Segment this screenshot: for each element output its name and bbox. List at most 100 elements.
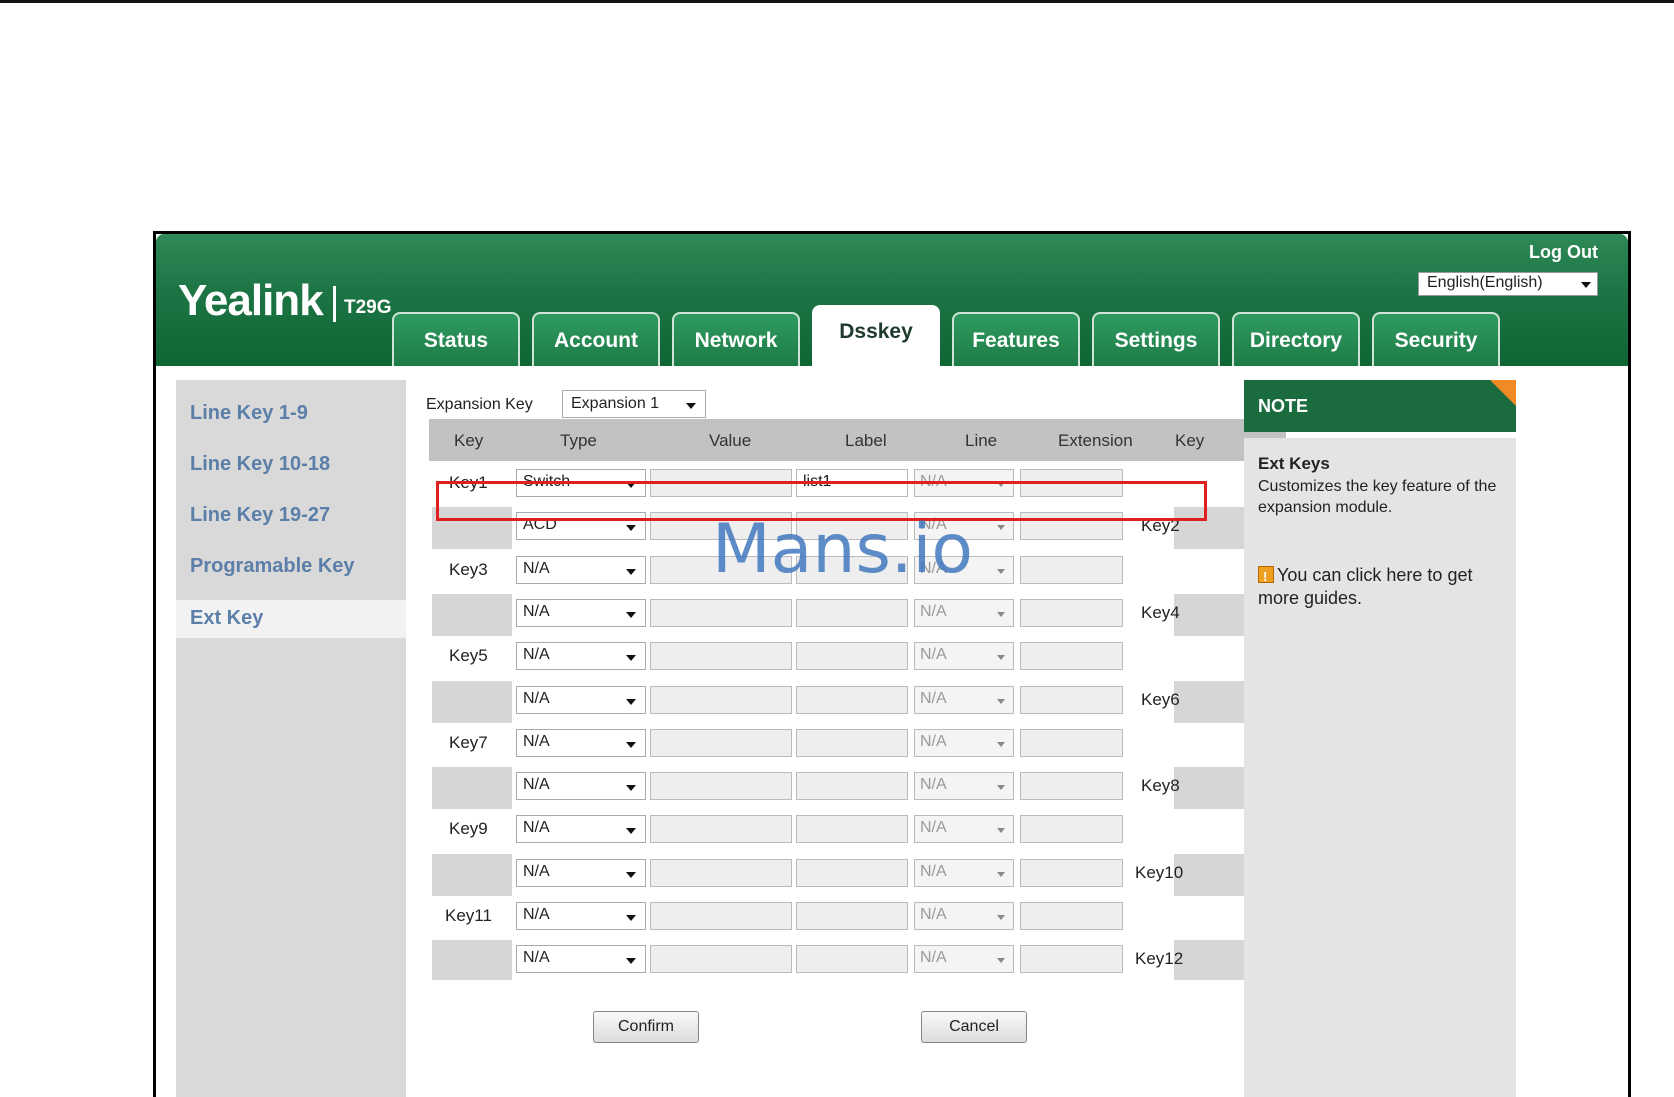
extension-input[interactable]: [1020, 555, 1123, 584]
row-shade-left: [432, 680, 512, 723]
chevron-down-icon: [626, 828, 636, 835]
line-select[interactable]: N/A: [914, 945, 1014, 974]
value-input[interactable]: [650, 902, 792, 930]
label-input[interactable]: [796, 728, 908, 757]
extension-input[interactable]: [1020, 858, 1123, 887]
chevron-down-icon: [997, 871, 1005, 877]
value-input[interactable]: [650, 598, 792, 627]
tab-features[interactable]: Features: [952, 312, 1080, 366]
line-select[interactable]: N/A: [914, 685, 1014, 714]
type-select[interactable]: N/A: [516, 945, 646, 974]
label-input[interactable]: [796, 598, 908, 627]
sidebar-item-line-key-10-18[interactable]: Line Key 10-18: [190, 453, 330, 476]
row-shade-left: [432, 940, 512, 980]
sidebar-item-line-key-1-9[interactable]: Line Key 1-9: [190, 402, 308, 425]
column-header-type: Type: [560, 431, 597, 450]
tab-security[interactable]: Security: [1372, 312, 1500, 366]
type-select[interactable]: N/A: [516, 685, 646, 714]
table-row: Key11 N/A N/A: [429, 895, 1265, 941]
expansion-select[interactable]: Expansion 1: [562, 390, 706, 418]
line-value: N/A: [920, 559, 947, 577]
extension-input[interactable]: [1020, 945, 1123, 974]
expansion-select-value: Expansion 1: [571, 395, 660, 412]
line-select[interactable]: N/A: [914, 642, 1014, 671]
label-input[interactable]: [796, 642, 908, 671]
value-input[interactable]: [650, 815, 792, 844]
line-select[interactable]: N/A: [914, 728, 1014, 757]
value-input[interactable]: [650, 858, 792, 887]
chevron-down-icon: [997, 525, 1005, 531]
key-label-left: Key5: [449, 646, 488, 666]
table-row: N/A N/A Key10: [429, 852, 1265, 898]
sidebar-item-programable-key[interactable]: Programable Key: [190, 555, 355, 578]
type-select[interactable]: N/A: [516, 555, 646, 584]
value-input[interactable]: [650, 945, 792, 974]
line-select[interactable]: N/A: [914, 555, 1014, 584]
type-select[interactable]: N/A: [516, 728, 646, 757]
type-select[interactable]: N/A: [516, 772, 646, 801]
label-input[interactable]: [796, 945, 908, 974]
label-input[interactable]: [796, 772, 908, 801]
value-input[interactable]: [650, 685, 792, 714]
type-select[interactable]: N/A: [516, 598, 646, 627]
value-input[interactable]: [650, 728, 792, 757]
cancel-button[interactable]: Cancel: [921, 1011, 1027, 1043]
tab-directory[interactable]: Directory: [1232, 312, 1360, 366]
type-select[interactable]: N/A: [516, 902, 646, 930]
sidebar-item-line-key-19-27[interactable]: Line Key 19-27: [190, 504, 330, 527]
line-select[interactable]: N/A: [914, 858, 1014, 887]
value-input[interactable]: [650, 642, 792, 671]
tab-network[interactable]: Network: [672, 312, 800, 366]
label-input[interactable]: [796, 815, 908, 844]
line-select[interactable]: N/A: [914, 598, 1014, 627]
type-value: N/A: [523, 906, 550, 923]
line-select[interactable]: N/A: [914, 815, 1014, 844]
expansion-key-label: Expansion Key: [426, 396, 533, 413]
column-header-key: Key: [454, 431, 484, 450]
type-value: N/A: [523, 646, 550, 664]
type-value: N/A: [523, 732, 550, 750]
line-select[interactable]: N/A: [914, 902, 1014, 930]
extension-input[interactable]: [1020, 598, 1123, 627]
table-row: N/A N/A Key4: [429, 592, 1265, 638]
value-input[interactable]: [650, 555, 792, 584]
extension-input[interactable]: [1020, 815, 1123, 844]
line-select[interactable]: N/A: [914, 772, 1014, 801]
sidebar: [176, 380, 406, 1097]
tab-status[interactable]: Status: [392, 312, 520, 366]
confirm-button[interactable]: Confirm: [593, 1011, 699, 1043]
type-select[interactable]: N/A: [516, 642, 646, 671]
label-input[interactable]: [796, 685, 908, 714]
key-label-left: Key11: [445, 906, 492, 925]
type-select[interactable]: N/A: [516, 858, 646, 887]
table-row: N/A N/A Key6: [429, 679, 1265, 725]
column-header-extension: Extension: [1058, 431, 1133, 450]
extension-input[interactable]: [1020, 685, 1123, 714]
value-input[interactable]: [650, 772, 792, 801]
key-label-right: Key6: [1141, 689, 1180, 709]
sidebar-item-ext-key[interactable]: Ext Key: [190, 607, 263, 630]
language-select[interactable]: English(English): [1418, 272, 1598, 296]
chevron-down-icon: [626, 525, 636, 532]
guide-link[interactable]: You can click here to get more guides.: [1258, 564, 1508, 610]
table-row: N/A N/A Key12: [429, 938, 1265, 980]
chevron-down-icon: [626, 611, 636, 618]
label-input[interactable]: [796, 902, 908, 930]
line-value: N/A: [920, 602, 947, 620]
tab-settings[interactable]: Settings: [1092, 312, 1220, 366]
extension-input[interactable]: [1020, 902, 1123, 930]
language-value: English(English): [1427, 274, 1543, 291]
label-input[interactable]: [796, 555, 908, 584]
extension-input[interactable]: [1020, 642, 1123, 671]
extension-input[interactable]: [1020, 728, 1123, 757]
label-input[interactable]: [796, 858, 908, 887]
logout-link[interactable]: Log Out: [1529, 242, 1598, 263]
line-value: N/A: [920, 689, 947, 707]
tab-account[interactable]: Account: [532, 312, 660, 366]
note-header: NOTE: [1244, 380, 1516, 432]
tab-dsskey[interactable]: Dsskey: [812, 305, 940, 366]
line-value: N/A: [920, 732, 947, 750]
extension-input[interactable]: [1020, 772, 1123, 801]
header-bar: Yealink T29G Log Out English(English) St…: [156, 234, 1628, 366]
type-select[interactable]: N/A: [516, 815, 646, 844]
